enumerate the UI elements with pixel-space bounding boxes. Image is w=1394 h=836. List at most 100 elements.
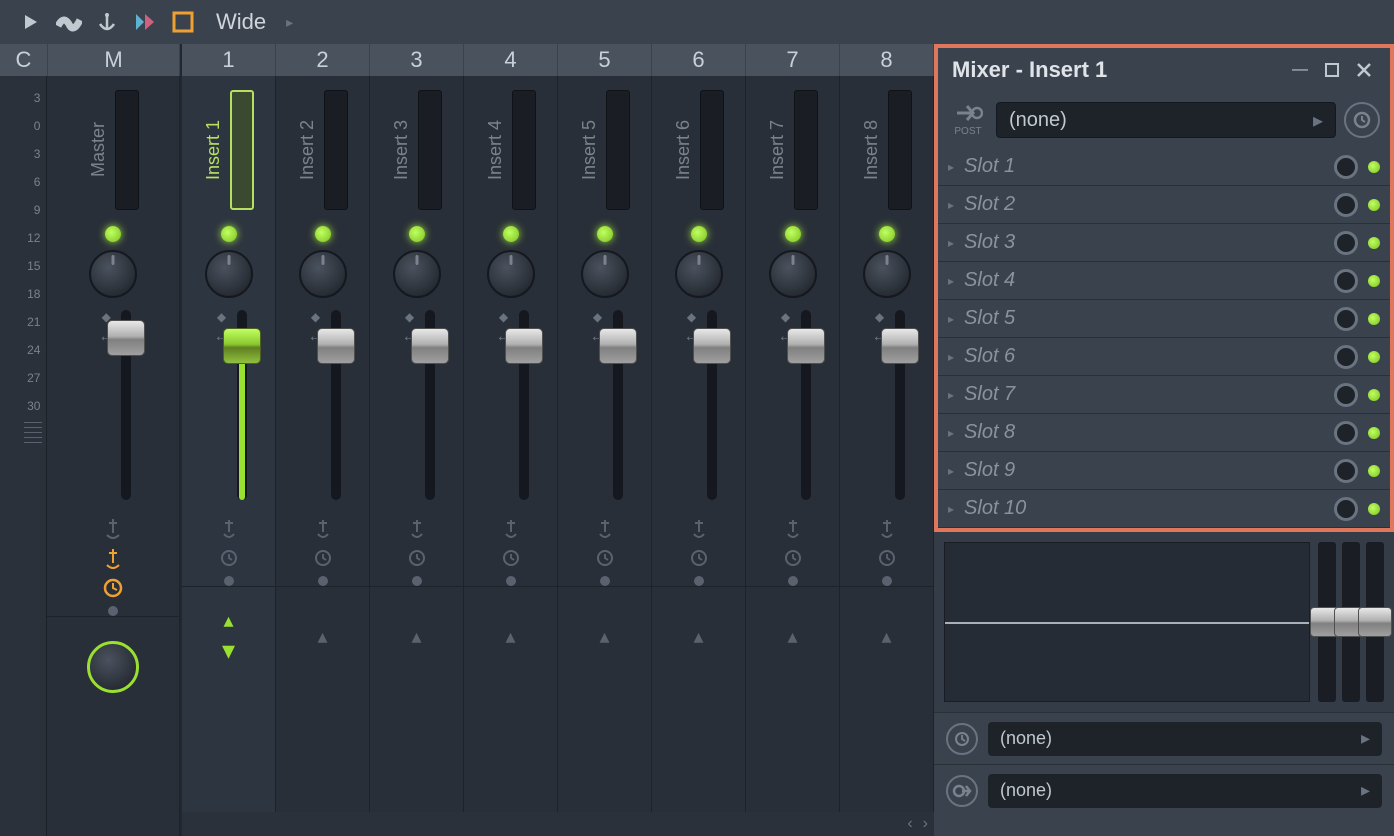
slot-enable-led[interactable]	[1368, 427, 1380, 439]
insert-track-4[interactable]: Insert 4 ◆ ↔ ▴	[464, 76, 558, 812]
slot-mix-knob[interactable]	[1334, 307, 1358, 331]
clock-icon[interactable]	[687, 546, 711, 570]
header-m[interactable]: M	[48, 44, 180, 76]
stereo-sep-icon[interactable]: ◆	[875, 310, 884, 324]
output-selector[interactable]: (none) ▸	[988, 774, 1382, 808]
slot-mix-knob[interactable]	[1334, 497, 1358, 521]
pan-knob[interactable]	[487, 250, 535, 298]
fx-icon[interactable]	[875, 516, 899, 540]
pan-knob[interactable]	[393, 250, 441, 298]
fx-icon[interactable]	[217, 516, 241, 540]
fx-icon[interactable]	[687, 516, 711, 540]
send-up-icon[interactable]: ▴	[411, 624, 421, 649]
master-mute-led[interactable]	[105, 226, 121, 242]
fx-icon[interactable]	[311, 516, 335, 540]
panel-titlebar[interactable]: Mixer - Insert 1 —	[938, 48, 1390, 92]
input-selector[interactable]: (none) ▸	[996, 102, 1336, 138]
master-track[interactable]: Master ◆ ↔	[47, 76, 180, 836]
maximize-icon[interactable]	[1320, 58, 1344, 82]
slot-arrow-icon[interactable]: ▸	[948, 464, 954, 478]
header-6[interactable]: 6	[652, 44, 746, 76]
send-up-icon[interactable]: ▴	[223, 608, 233, 633]
slot-enable-led[interactable]	[1368, 503, 1380, 515]
dock-dot[interactable]	[318, 576, 328, 586]
slot-mix-knob[interactable]	[1334, 383, 1358, 407]
pan-knob[interactable]	[299, 250, 347, 298]
mute-led[interactable]	[691, 226, 707, 242]
mute-led[interactable]	[785, 226, 801, 242]
anchor-icon[interactable]	[94, 9, 120, 35]
play-icon[interactable]	[18, 9, 44, 35]
slot-enable-led[interactable]	[1368, 275, 1380, 287]
pan-knob[interactable]	[769, 250, 817, 298]
volume-fader[interactable]	[237, 310, 247, 500]
stereo-sep-icon[interactable]: ◆	[217, 310, 226, 324]
fx-slot-2[interactable]: ▸ Slot 2	[938, 186, 1390, 224]
volume-fader[interactable]	[613, 310, 623, 500]
slot-arrow-icon[interactable]: ▸	[948, 198, 954, 212]
slot-arrow-icon[interactable]: ▸	[948, 502, 954, 516]
slot-arrow-icon[interactable]: ▸	[948, 160, 954, 174]
master-send-knob[interactable]	[87, 641, 139, 693]
slot-arrow-icon[interactable]: ▸	[948, 236, 954, 250]
insert-track-7[interactable]: Insert 7 ◆ ↔ ▴	[746, 76, 840, 812]
volume-fader[interactable]	[331, 310, 341, 500]
fx-slot-1[interactable]: ▸ Slot 1	[938, 148, 1390, 186]
stereo-sep-icon[interactable]: ◆	[593, 310, 602, 324]
mute-led[interactable]	[597, 226, 613, 242]
stereo-sep-icon[interactable]: ◆	[781, 310, 790, 324]
clock-icon[interactable]	[405, 546, 429, 570]
delay-selector[interactable]: (none) ▸	[988, 722, 1382, 756]
volume-fader[interactable]	[801, 310, 811, 500]
view-dropdown-icon[interactable]: ▸	[286, 14, 293, 31]
close-icon[interactable]	[1352, 58, 1376, 82]
send-up-icon[interactable]: ▴	[881, 624, 891, 649]
slot-enable-led[interactable]	[1368, 389, 1380, 401]
slot-mix-knob[interactable]	[1334, 421, 1358, 445]
clock-icon[interactable]	[875, 546, 899, 570]
master-pan-knob[interactable]	[89, 250, 137, 298]
fx-slot-6[interactable]: ▸ Slot 6	[938, 338, 1390, 376]
insert-track-3[interactable]: Insert 3 ◆ ↔ ▴	[370, 76, 464, 812]
clock-icon[interactable]	[101, 576, 125, 600]
view-mode-label[interactable]: Wide	[216, 9, 266, 35]
slot-enable-led[interactable]	[1368, 465, 1380, 477]
mute-led[interactable]	[409, 226, 425, 242]
square-icon[interactable]	[170, 9, 196, 35]
pan-knob[interactable]	[205, 250, 253, 298]
mute-led[interactable]	[315, 226, 331, 242]
fx-icon[interactable]	[405, 516, 429, 540]
fx-icon[interactable]	[781, 516, 805, 540]
send-up-icon[interactable]: ▴	[317, 624, 327, 649]
header-c[interactable]: C	[0, 44, 48, 76]
slot-arrow-icon[interactable]: ▸	[948, 350, 954, 364]
wave-icon[interactable]	[56, 9, 82, 35]
insert-track-8[interactable]: Insert 8 ◆ ↔ ▴	[840, 76, 934, 812]
master-fader[interactable]	[121, 310, 131, 500]
dock-dot[interactable]	[506, 576, 516, 586]
header-2[interactable]: 2	[276, 44, 370, 76]
post-routing-icon[interactable]: POST	[948, 102, 988, 138]
insert-track-2[interactable]: Insert 2 ◆ ↔ ▴	[276, 76, 370, 812]
fx-slot-4[interactable]: ▸ Slot 4	[938, 262, 1390, 300]
fx-slot-7[interactable]: ▸ Slot 7	[938, 376, 1390, 414]
header-8[interactable]: 8	[840, 44, 934, 76]
dock-dot[interactable]	[600, 576, 610, 586]
header-7[interactable]: 7	[746, 44, 840, 76]
send-up-icon[interactable]: ▴	[505, 624, 515, 649]
dock-dot[interactable]	[108, 606, 118, 616]
scroll-right-icon[interactable]: ›	[923, 815, 928, 833]
input-latency-icon[interactable]	[1344, 102, 1380, 138]
send-down-icon[interactable]: ▾	[222, 635, 235, 666]
scroll-left-icon[interactable]: ‹	[907, 815, 912, 833]
stereo-sep-icon[interactable]: ◆	[405, 310, 414, 324]
flag-icon[interactable]	[132, 9, 158, 35]
output-routing-icon[interactable]	[946, 775, 978, 807]
header-4[interactable]: 4	[464, 44, 558, 76]
eq-graph[interactable]	[944, 542, 1310, 702]
dock-dot[interactable]	[788, 576, 798, 586]
volume-fader[interactable]	[707, 310, 717, 500]
slot-mix-knob[interactable]	[1334, 155, 1358, 179]
slot-arrow-icon[interactable]: ▸	[948, 312, 954, 326]
record-arm-icon[interactable]	[101, 546, 125, 570]
